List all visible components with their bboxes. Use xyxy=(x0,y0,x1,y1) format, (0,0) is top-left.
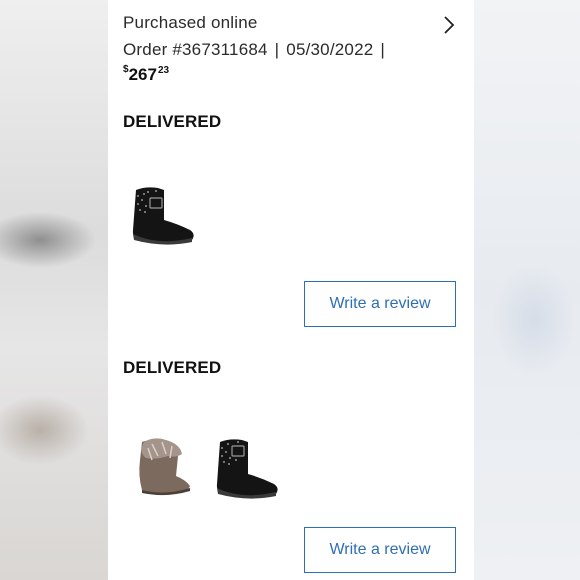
purchase-channel-label: Purchased online xyxy=(123,13,258,32)
blurred-background-left xyxy=(0,0,108,580)
black-studded-ugg-boot-image[interactable] xyxy=(212,436,284,502)
write-review-button[interactable]: Write a review xyxy=(304,527,456,573)
order-info-row: Order #367311684 | 05/30/2022 | xyxy=(123,40,392,60)
order-date: 05/30/2022 xyxy=(286,40,374,59)
order-total-price: $26723 xyxy=(123,64,169,85)
price-dollars: 267 xyxy=(128,65,157,84)
shipment-status: DELIVERED xyxy=(123,358,222,377)
shipment-status: DELIVERED xyxy=(123,112,222,131)
blurred-background-right xyxy=(474,0,580,580)
order-detail-panel: Purchased online Order #367311684 | 05/30/… xyxy=(108,0,474,580)
chevron-right-icon[interactable] xyxy=(440,14,458,36)
black-studded-ugg-boot-image[interactable] xyxy=(128,182,200,248)
fur-pom-boot-image[interactable] xyxy=(132,436,196,498)
order-number: Order #367311684 xyxy=(123,40,268,59)
price-cents: 23 xyxy=(157,65,170,76)
separator: | xyxy=(274,40,280,59)
write-review-button[interactable]: Write a review xyxy=(304,281,456,327)
separator: | xyxy=(380,40,386,59)
